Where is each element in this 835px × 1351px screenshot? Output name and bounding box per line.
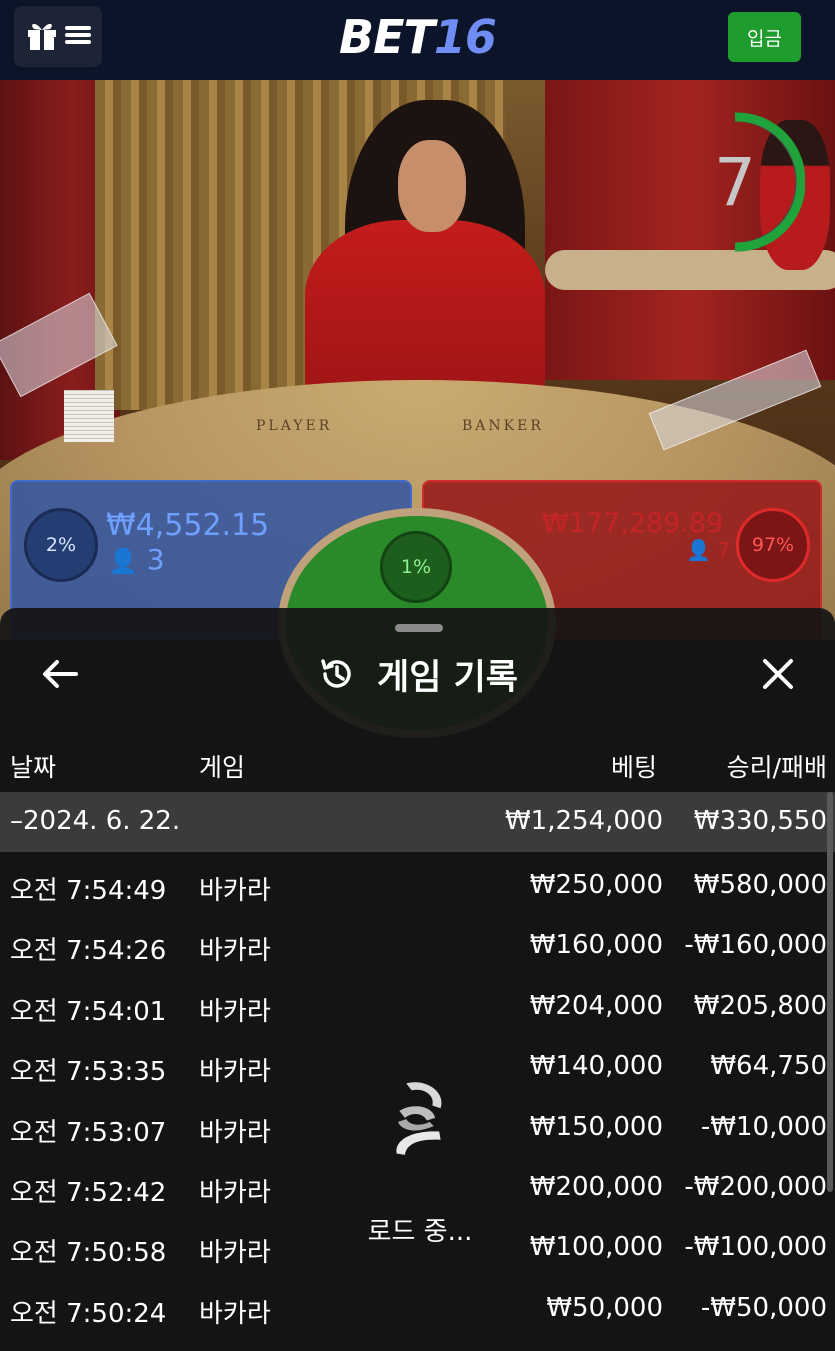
- row-bet: ₩200,000: [529, 1171, 663, 1202]
- row-game: 바카라: [199, 996, 271, 1027]
- row-result: -₩50,000: [700, 1292, 827, 1323]
- row-bet: ₩100,000: [529, 1232, 663, 1263]
- player-amount: ₩4,552.15: [106, 508, 270, 543]
- banker-count: 👤 7: [686, 538, 730, 562]
- date-group-bet: ₩1,254,000: [504, 806, 663, 836]
- loading-text: 로드 중...: [367, 1217, 473, 1247]
- row-time: 오전 7:54:26: [10, 936, 167, 967]
- player-percent: 2%: [24, 508, 98, 582]
- history-row[interactable]: 오전 7:50:24 바카라 ₩50,000 -₩50,000: [0, 1281, 835, 1341]
- row-result: ₩205,800: [693, 990, 827, 1021]
- row-time: 오전 7:52:42: [10, 1177, 167, 1208]
- game-history-sheet: 게임 기록 날짜 게임 베팅 승리/패배 –2024. 6. 22. ₩1,25…: [0, 608, 835, 1351]
- countdown-timer: 7: [705, 112, 805, 252]
- row-game: 바카라: [199, 1238, 271, 1269]
- banker-amount: ₩177,289.89: [542, 508, 724, 539]
- logo-text: BET: [339, 10, 435, 64]
- brand-logo[interactable]: BET16: [0, 10, 835, 64]
- loading-spinner-icon: [396, 1082, 442, 1155]
- sheet-drag-handle[interactable]: [395, 624, 443, 632]
- history-row[interactable]: 오전 7:54:49 바카라 ₩250,000 ₩580,000: [0, 858, 835, 918]
- close-button[interactable]: [754, 650, 802, 698]
- row-bet: ₩150,000: [529, 1111, 663, 1142]
- top-header: BET16 입금: [0, 0, 835, 80]
- row-game: 바카라: [199, 936, 271, 967]
- column-header-date: 날짜: [10, 753, 57, 782]
- row-time: 오전 7:50:24: [10, 1298, 167, 1329]
- loading-indicator: 로드 중...: [360, 1078, 480, 1248]
- history-icon: [321, 659, 351, 688]
- row-bet: ₩50,000: [546, 1292, 663, 1323]
- row-result: ₩580,000: [693, 870, 827, 900]
- card-stack: [64, 390, 114, 442]
- row-game: 바카라: [199, 1057, 271, 1088]
- history-row[interactable]: 오전 7:54:26 바카라 ₩160,000 -₩160,000: [0, 918, 835, 978]
- column-header-result: 승리/패배: [726, 753, 827, 782]
- row-time: 오전 7:53:35: [10, 1057, 167, 1088]
- row-result: -₩10,000: [700, 1111, 827, 1142]
- row-time: 오전 7:53:07: [10, 1117, 167, 1148]
- deposit-button[interactable]: 입금: [728, 12, 801, 62]
- player-count-value: 3: [146, 543, 165, 576]
- row-bet: ₩140,000: [529, 1051, 663, 1082]
- row-game: 바카라: [199, 1298, 271, 1329]
- date-group-result: ₩330,550: [693, 806, 827, 836]
- history-row[interactable]: 오전 7:54:01 바카라 ₩204,000 ₩205,800: [0, 979, 835, 1039]
- row-time: 오전 7:54:01: [10, 996, 167, 1027]
- row-result: -₩100,000: [684, 1232, 827, 1263]
- row-result: -₩160,000: [684, 930, 827, 961]
- sheet-title-text: 게임 기록: [377, 657, 518, 698]
- column-header-bet: 베팅: [610, 753, 657, 782]
- row-game: 바카라: [199, 1177, 271, 1208]
- tie-percent: 1%: [380, 531, 452, 603]
- row-result: -₩200,000: [684, 1171, 827, 1202]
- user-icon: 👤: [108, 547, 138, 575]
- player-count: 👤 3: [108, 543, 165, 576]
- list-scrollbar[interactable]: [827, 792, 833, 1192]
- date-group-row[interactable]: –2024. 6. 22. ₩1,254,000 ₩330,550: [0, 792, 835, 852]
- table-label-player: PLAYER: [256, 418, 333, 434]
- row-game: 바카라: [199, 1117, 271, 1148]
- row-time: 오전 7:54:49: [10, 876, 167, 906]
- row-game: 바카라: [199, 876, 271, 906]
- row-result: ₩64,750: [710, 1051, 827, 1082]
- logo-number: 16: [433, 10, 497, 64]
- user-icon: 👤: [686, 538, 711, 562]
- row-bet: ₩160,000: [529, 930, 663, 961]
- banker-count-value: 7: [717, 538, 730, 562]
- row-time: 오전 7:50:58: [10, 1238, 167, 1269]
- countdown-number: 7: [714, 143, 756, 221]
- close-icon: [763, 659, 793, 689]
- table-label-banker: BANKER: [462, 418, 544, 434]
- sheet-title: 게임 기록: [0, 650, 835, 698]
- column-header-game: 게임: [199, 753, 246, 782]
- row-bet: ₩204,000: [529, 990, 663, 1021]
- banker-percent: 97%: [736, 508, 810, 582]
- date-group-date: –2024. 6. 22.: [10, 806, 181, 836]
- dealer-face: [398, 140, 466, 232]
- row-bet: ₩250,000: [529, 870, 663, 900]
